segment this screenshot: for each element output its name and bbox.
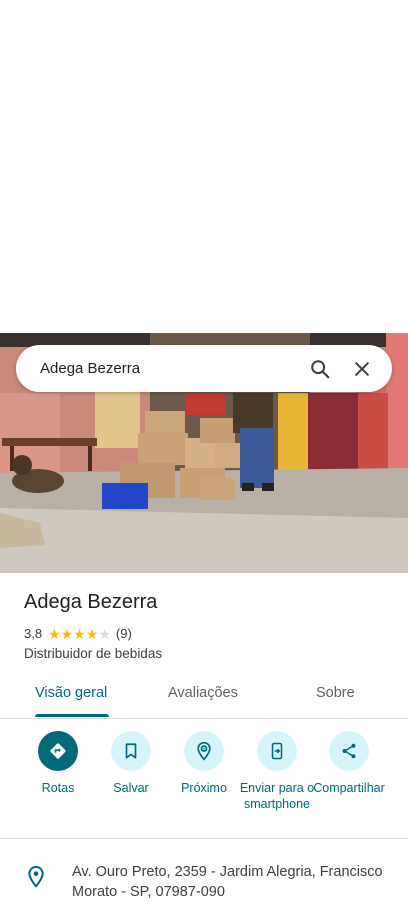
share-icon xyxy=(329,731,369,771)
star-icon: ★ xyxy=(48,625,61,642)
tab-bar: Visão geral Avaliações Sobre xyxy=(0,674,408,719)
share-button[interactable]: Compartilhar xyxy=(311,731,387,796)
tab-reviews[interactable]: Avaliações xyxy=(168,685,238,701)
rating-value: 3,8 xyxy=(24,626,43,641)
nearby-button[interactable]: Próximo xyxy=(166,731,242,796)
rating-row[interactable]: 3,8 ★ ★ ★ ★ ★ (9) xyxy=(24,626,132,641)
address-text: Av. Ouro Preto, 2359 - Jardim Alegria, F… xyxy=(72,864,383,900)
action-bar: Rotas Salvar Próximo Enviar para o smart… xyxy=(0,731,408,839)
active-tab-indicator xyxy=(35,714,109,717)
directions-icon xyxy=(38,731,78,771)
share-label: Compartilhar xyxy=(313,781,385,795)
tab-overview[interactable]: Visão geral xyxy=(35,685,107,701)
bookmark-icon xyxy=(111,731,151,771)
send-to-phone-label: Enviar para o smartphone xyxy=(239,781,315,811)
send-to-phone-button[interactable]: Enviar para o smartphone xyxy=(239,731,315,812)
nearby-icon xyxy=(184,731,224,771)
tab-about[interactable]: Sobre xyxy=(316,685,355,701)
place-category[interactable]: Distribuidor de bebidas xyxy=(24,646,162,661)
star-icon: ★ xyxy=(98,625,111,642)
star-rating: ★ ★ ★ ★ ★ xyxy=(48,627,111,641)
directions-label: Rotas xyxy=(41,781,75,795)
place-title: Adega Bezerra xyxy=(24,591,158,613)
send-to-phone-icon xyxy=(257,731,297,771)
section-divider xyxy=(0,838,408,839)
search-bar[interactable]: Adega Bezerra xyxy=(16,345,392,392)
search-icon[interactable] xyxy=(302,351,338,387)
star-icon: ★ xyxy=(85,625,99,642)
search-input[interactable]: Adega Bezerra xyxy=(40,360,296,377)
save-button[interactable]: Salvar xyxy=(93,731,169,796)
review-count[interactable]: (9) xyxy=(116,626,132,641)
save-label: Salvar xyxy=(113,781,149,795)
star-icon: ★ xyxy=(60,625,74,642)
nearby-label: Próximo xyxy=(181,781,227,795)
location-pin-icon xyxy=(26,865,46,894)
star-icon: ★ xyxy=(73,625,86,642)
directions-button[interactable]: Rotas xyxy=(20,731,96,796)
close-icon[interactable] xyxy=(344,351,380,387)
